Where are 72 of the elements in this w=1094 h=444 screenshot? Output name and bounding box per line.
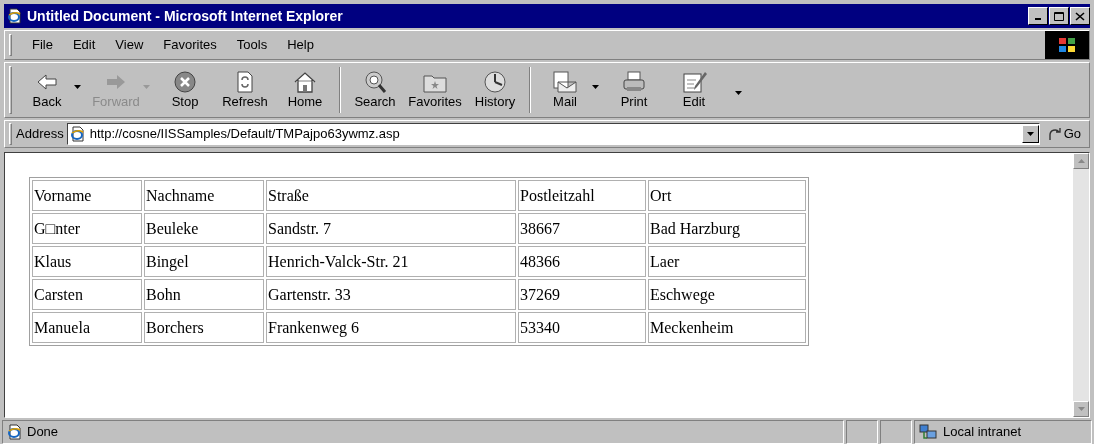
table-cell: Gartenstr. 33 — [266, 279, 516, 310]
menu-item[interactable]: Favorites — [153, 33, 227, 57]
minimize-button[interactable] — [1028, 7, 1048, 25]
page-icon — [69, 126, 86, 142]
table-cell: G□nter — [32, 213, 142, 244]
table-cell: Sandstr. 7 — [266, 213, 516, 244]
toolbar-button[interactable]: Search — [346, 66, 404, 114]
home-icon — [292, 70, 318, 94]
table-cell: Bad Harzburg — [648, 213, 806, 244]
zone-text: Local intranet — [943, 423, 1022, 442]
menu-item[interactable]: View — [105, 33, 154, 57]
page-icon — [7, 8, 23, 24]
minimize-icon — [1035, 18, 1041, 20]
status-text: Done — [27, 423, 59, 442]
windows-logo-icon — [1045, 31, 1089, 59]
stop-icon — [172, 70, 198, 94]
close-button[interactable] — [1070, 7, 1090, 25]
maximize-icon — [1054, 11, 1064, 21]
table-cell: 37269 — [518, 279, 646, 310]
status-pane — [880, 420, 912, 444]
toolbar-button[interactable]: Home — [276, 66, 334, 114]
document-pen-icon — [681, 70, 707, 94]
table-cell: Beuleke — [144, 213, 264, 244]
dropdown-arrow-icon[interactable] — [1026, 132, 1034, 136]
table-cell: Meckenheim — [648, 312, 806, 343]
menu-item[interactable]: File — [22, 33, 63, 57]
table-cell: 53340 — [518, 312, 646, 343]
caret-icon[interactable] — [74, 85, 81, 89]
address-field[interactable]: http://cosne/IISSamples/Default/TMPajpo63ywmz.asp — [66, 123, 1040, 145]
curved-arrow-icon — [1047, 127, 1062, 141]
toolbar-button[interactable]: Stop — [156, 66, 214, 114]
window-title: Untitled Document - Microsoft Internet Explorer — [27, 6, 344, 26]
status-pane — [846, 420, 878, 444]
address-label: Address — [16, 125, 64, 144]
toolbar-button[interactable]: Edit — [665, 66, 723, 114]
table-cell: Laer — [648, 246, 806, 277]
toolbar-button[interactable]: History — [466, 66, 524, 114]
column-header: Nachname — [144, 180, 264, 211]
menu-item[interactable]: Tools — [226, 33, 278, 57]
table-cell: Borchers — [144, 312, 264, 343]
printer-icon — [621, 70, 647, 94]
caret-icon[interactable] — [592, 85, 599, 89]
mail-icon — [552, 70, 578, 94]
toolbar-button[interactable]: Mail — [536, 66, 594, 114]
table-cell: Eschwege — [648, 279, 806, 310]
close-icon — [1075, 11, 1085, 21]
clock-icon — [482, 70, 508, 94]
menu-item[interactable]: Help — [277, 33, 324, 57]
search-icon — [362, 70, 388, 94]
column-header: Postleitzahl — [518, 180, 646, 211]
table-cell: Klaus — [32, 246, 142, 277]
toolbar-button[interactable]: Print — [605, 66, 663, 114]
column-header: Vorname — [32, 180, 142, 211]
table-cell: 48366 — [518, 246, 646, 277]
table-cell: Carsten — [32, 279, 142, 310]
table-cell: Bohn — [144, 279, 264, 310]
go-button[interactable]: Go — [1039, 124, 1089, 144]
page-icon — [7, 424, 23, 440]
column-header: Straße — [266, 180, 516, 211]
table-cell: Manuela — [32, 312, 142, 343]
table-cell: 38667 — [518, 213, 646, 244]
column-header: Ort — [648, 180, 806, 211]
table-cell: Bingel — [144, 246, 264, 277]
caret-icon[interactable] — [735, 91, 742, 95]
table-cell: Henrich-Valck-Str. 21 — [266, 246, 516, 277]
toolbar-button[interactable]: Favorites — [406, 66, 464, 114]
toolbar-button[interactable]: Refresh — [216, 66, 274, 114]
menu-item[interactable]: Edit — [62, 33, 106, 57]
maximize-button[interactable] — [1049, 7, 1069, 25]
toolbar-button[interactable]: Back — [18, 66, 76, 114]
table-cell: Frankenweg 6 — [266, 312, 516, 343]
network-icon — [919, 424, 937, 440]
